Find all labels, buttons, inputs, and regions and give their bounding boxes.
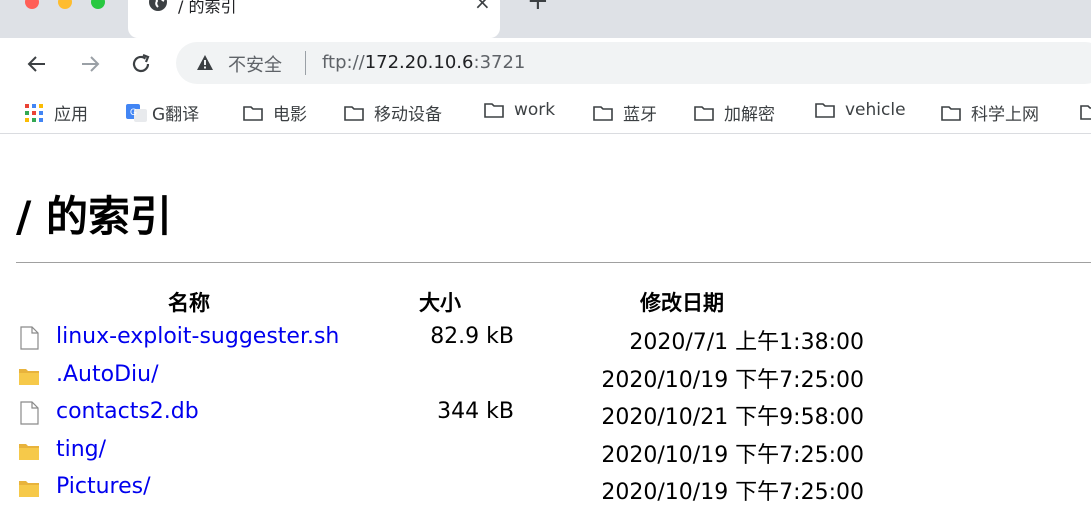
google-translate-icon: G	[126, 103, 147, 122]
folder-icon	[941, 105, 961, 121]
file-link[interactable]: .AutoDiu/	[56, 362, 158, 387]
security-status-label[interactable]: 不安全	[228, 51, 282, 77]
column-header-modified[interactable]: 修改日期	[640, 287, 724, 317]
apps-grid-icon	[25, 103, 43, 122]
folder-icon	[18, 476, 40, 500]
forward-button[interactable]	[74, 48, 106, 80]
bookmark-label: G翻译	[152, 105, 200, 125]
file-size: 82.9 kB	[430, 324, 514, 349]
bookmark-folder-vehicle[interactable]: vehicle	[815, 100, 906, 120]
bookmark-label: work	[514, 100, 556, 120]
bookmark-folder-crypto[interactable]: 加解密	[694, 100, 775, 125]
globe-icon	[149, 0, 167, 11]
bookmark-label: 科学上网	[971, 105, 1039, 125]
table-row: .AutoDiu/2020/10/19 下午7:25:00	[0, 358, 1091, 395]
bookmark-label: vehicle	[845, 100, 906, 120]
folder-icon	[694, 105, 714, 121]
url-text[interactable]: ftp://172.20.10.6:3721	[322, 52, 525, 73]
warning-triangle-icon	[197, 55, 213, 70]
file-modified-date: 2020/10/21 下午9:58:00	[601, 405, 864, 430]
tab-close-icon[interactable]: ×	[474, 0, 491, 14]
file-size: 344 kB	[437, 399, 514, 424]
reload-button[interactable]	[125, 48, 157, 80]
bookmarks-bar: 应用 G G翻译 电影 移动设备 work 蓝牙 加解密 vehicle 科学上…	[0, 90, 1091, 134]
file-icon	[18, 401, 40, 425]
table-row: contacts2.db 344 kB 2020/10/21 下午9:58:00	[0, 395, 1091, 432]
bookmark-translate[interactable]: G G翻译	[126, 100, 199, 125]
folder-icon	[243, 105, 263, 121]
tab-strip: / 的索引 × +	[0, 0, 1091, 38]
bookmark-folder-vpn[interactable]: 科学上网	[941, 100, 1039, 125]
bookmark-label: 蓝牙	[623, 105, 657, 125]
bookmark-folder-mobile[interactable]: 移动设备	[344, 100, 442, 125]
table-row: ting/2020/10/19 下午7:25:00	[0, 433, 1091, 470]
minimize-window-button[interactable]	[58, 0, 72, 9]
url-host: 172.20.10.6	[364, 52, 474, 73]
tab-title: / 的索引	[178, 0, 237, 16]
file-link[interactable]: linux-exploit-suggester.sh	[56, 324, 339, 349]
new-tab-button[interactable]: +	[527, 0, 549, 16]
folder-icon	[18, 364, 40, 388]
column-header-name[interactable]: 名称	[168, 287, 210, 317]
file-modified-date: 2020/10/19 下午7:25:00	[601, 480, 864, 505]
address-separator	[305, 51, 306, 75]
file-modified-date: 2020/10/19 下午7:25:00	[601, 442, 864, 468]
bookmark-label: 电影	[273, 105, 307, 125]
file-icon	[18, 326, 40, 350]
bookmark-apps[interactable]: 应用	[24, 100, 88, 125]
column-header-size[interactable]: 大小	[419, 287, 461, 317]
folder-icon	[344, 105, 364, 121]
folder-icon	[815, 103, 835, 118]
file-link[interactable]: Pictures/	[56, 474, 151, 499]
arrow-left-icon	[27, 56, 45, 72]
table-row: Pictures/2020/10/19 下午7:25:00	[0, 470, 1091, 507]
svg-text:G: G	[130, 107, 137, 117]
folder-icon	[18, 439, 40, 463]
folder-icon	[593, 105, 613, 121]
table-row: linux-exploit-suggester.sh 82.9 kB 2020/7/…	[0, 320, 1091, 357]
file-link[interactable]: contacts2.db	[56, 399, 199, 424]
close-window-button[interactable]	[25, 0, 39, 9]
url-port: :3721	[473, 52, 526, 73]
bookmark-folder-movies[interactable]: 电影	[243, 100, 307, 125]
toolbar: 不安全 ftp://172.20.10.6:3721	[0, 38, 1091, 90]
folder-icon[interactable]	[1080, 104, 1091, 120]
page-title: / 的索引	[16, 192, 172, 241]
reload-icon	[132, 53, 150, 73]
arrow-right-icon	[82, 56, 100, 72]
divider	[16, 262, 1091, 263]
address-bar[interactable]: 不安全 ftp://172.20.10.6:3721	[176, 42, 1091, 84]
file-modified-date: 2020/10/19 下午7:25:00	[601, 367, 864, 393]
bookmark-label: 移动设备	[374, 105, 442, 125]
bookmark-folder-work[interactable]: work	[484, 100, 555, 120]
bookmark-folder-bluetooth[interactable]: 蓝牙	[593, 100, 657, 125]
bookmark-label: 加解密	[724, 105, 775, 125]
url-scheme: ftp://	[322, 52, 365, 73]
file-link[interactable]: ting/	[56, 437, 106, 462]
back-button[interactable]	[21, 48, 53, 80]
zoom-window-button[interactable]	[91, 0, 105, 9]
folder-icon	[484, 103, 504, 118]
file-modified-date: 2020/7/1 上午1:38:00	[629, 330, 864, 355]
bookmark-label: 应用	[54, 105, 88, 125]
tab-active[interactable]: / 的索引 ×	[128, 0, 500, 38]
